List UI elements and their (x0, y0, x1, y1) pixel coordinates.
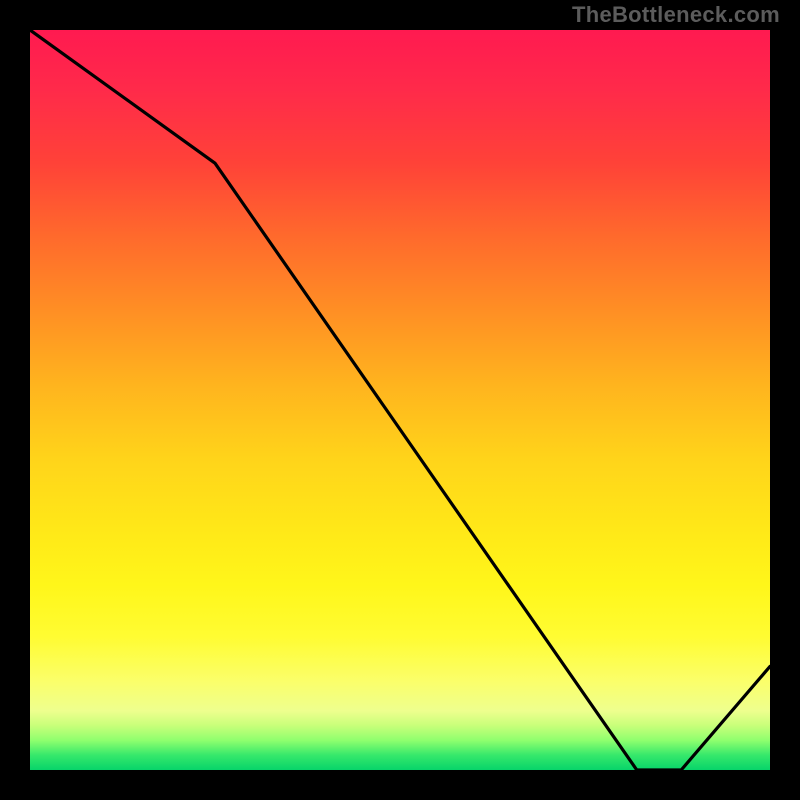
watermark-text: TheBottleneck.com (572, 2, 780, 28)
bottleneck-line (30, 30, 770, 770)
chart-frame: TheBottleneck.com (0, 0, 800, 800)
